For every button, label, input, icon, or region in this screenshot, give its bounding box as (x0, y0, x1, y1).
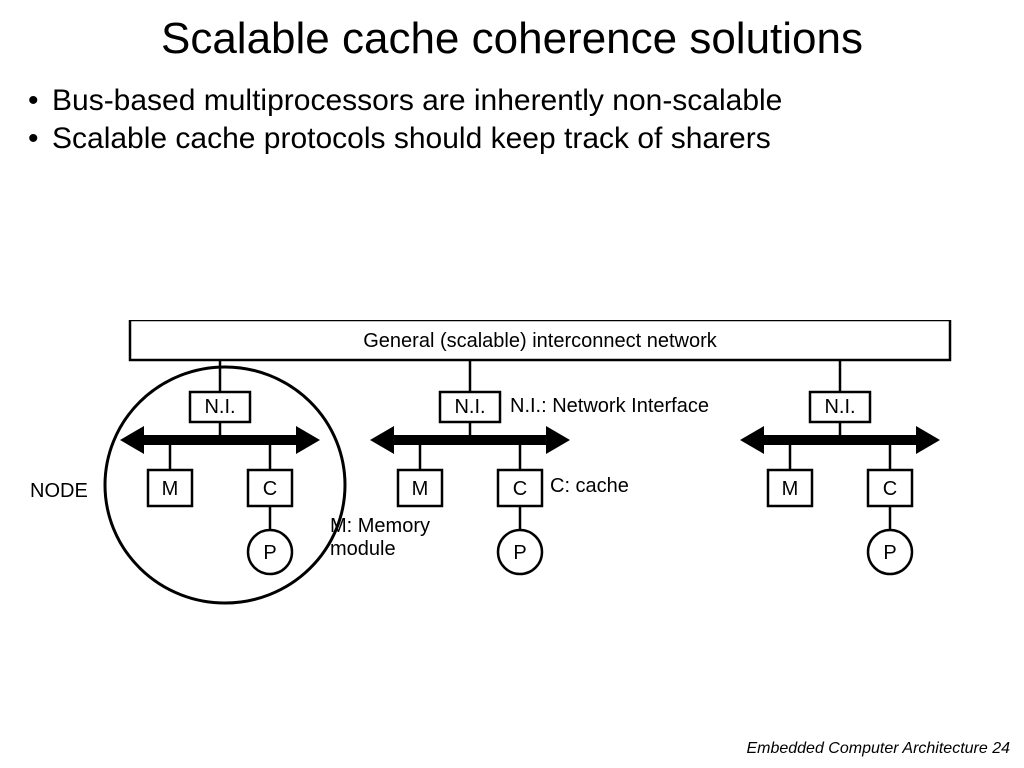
bullet-dot: • (28, 120, 52, 158)
bullet-list: • Bus-based multiprocessors are inherent… (28, 82, 1024, 157)
ni-label-1: N.I. (204, 396, 235, 418)
m-legend: M: Memory module (330, 515, 430, 561)
slide-title: Scalable cache coherence solutions (0, 0, 1024, 64)
p-label-1: P (263, 542, 276, 564)
bullet-item: • Bus-based multiprocessors are inherent… (28, 82, 1024, 120)
interconnect-label: General (scalable) interconnect network (363, 330, 718, 352)
m-label-1: M (162, 478, 179, 500)
m-label-3: M (782, 478, 799, 500)
ni-label-2: N.I. (454, 396, 485, 418)
bullet-text: Bus-based multiprocessors are inherently… (52, 82, 782, 120)
c-label-1: C (263, 478, 277, 500)
node-3 (740, 360, 940, 574)
p-label-2: P (513, 542, 526, 564)
c-label-3: C (883, 478, 897, 500)
slide-footer: Embedded Computer Architecture 24 (746, 740, 1010, 758)
c-legend: C: cache (550, 475, 629, 498)
ni-label-3: N.I. (824, 396, 855, 418)
bullet-dot: • (28, 82, 52, 120)
bullet-item: • Scalable cache protocols should keep t… (28, 120, 1024, 158)
ni-legend: N.I.: Network Interface (510, 395, 709, 418)
node-annotation: NODE (30, 480, 88, 503)
bullet-text: Scalable cache protocols should keep tra… (52, 120, 771, 158)
p-label-3: P (883, 542, 896, 564)
architecture-diagram: General (scalable) interconnect network … (20, 320, 980, 640)
m-label-2: M (412, 478, 429, 500)
c-label-2: C (513, 478, 527, 500)
diagram-svg: General (scalable) interconnect network … (20, 320, 980, 640)
